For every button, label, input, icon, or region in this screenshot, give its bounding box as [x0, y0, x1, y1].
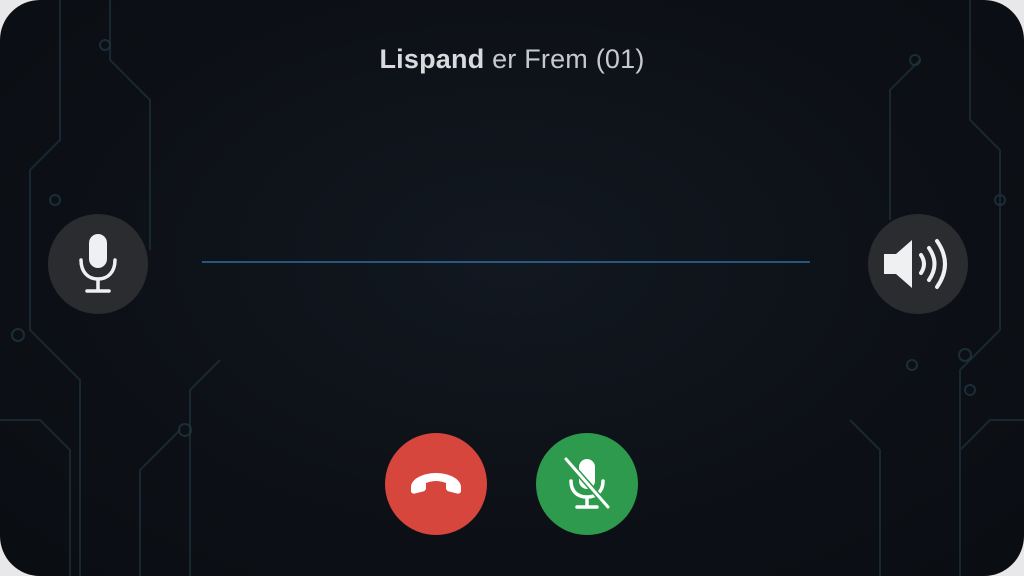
microphone-button[interactable]: [48, 214, 148, 314]
caller-name: Lispand: [379, 44, 485, 74]
end-call-button[interactable]: [385, 433, 487, 535]
audio-waveform: [202, 161, 810, 363]
microphone-icon: [79, 234, 117, 293]
caller-detail: er Frem (01): [484, 44, 645, 74]
speaker-volume-icon: [884, 239, 947, 289]
mute-button[interactable]: [536, 433, 638, 535]
call-screen: Lispand er Frem (01): [0, 0, 1024, 576]
speaker-button[interactable]: [868, 214, 968, 314]
phone-hangup-icon: [411, 473, 461, 494]
caller-title: Lispand er Frem (01): [0, 44, 1024, 75]
microphone-off-icon: [563, 456, 611, 510]
